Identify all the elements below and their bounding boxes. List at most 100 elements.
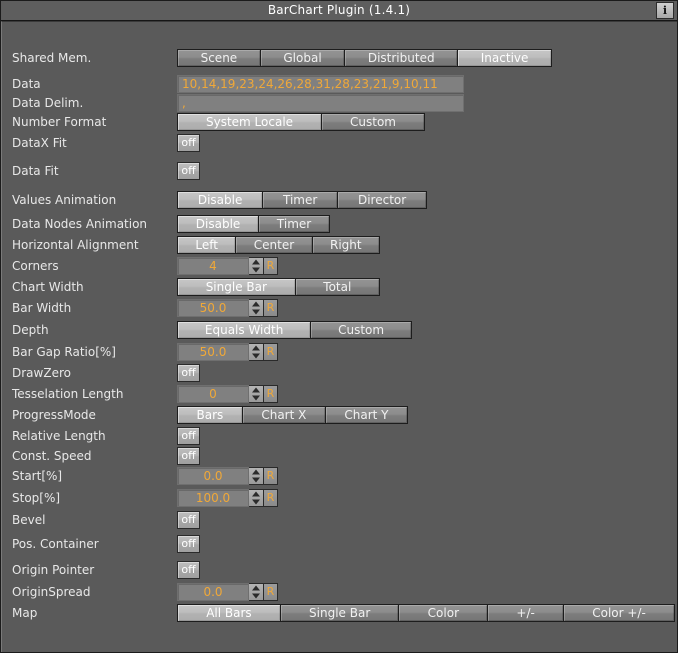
text-input-data_delim[interactable]: , xyxy=(177,94,464,112)
option-button[interactable]: Disable xyxy=(178,216,260,232)
reset-button[interactable]: R xyxy=(264,385,278,403)
property-label-bar_width: Bar Width xyxy=(12,301,72,315)
option-button[interactable]: Total xyxy=(295,279,380,295)
chevron-up-icon[interactable] xyxy=(249,490,263,498)
chevron-down-icon[interactable] xyxy=(249,592,263,600)
property-row: Pos. Container off xyxy=(2,534,677,554)
property-row: Number Format System Locale Custom xyxy=(2,112,677,132)
properties-panel: Shared Mem. Scene Global Distributed Inactiv… xyxy=(1,21,677,652)
option-button[interactable]: Timer xyxy=(263,192,339,208)
text-input-data[interactable]: 10,14,19,23,24,26,28,31,28,23,21,9,10,11 xyxy=(177,75,464,93)
reset-button[interactable]: R xyxy=(264,299,278,317)
option-button[interactable]: Disable xyxy=(178,192,264,208)
toggle-datax_fit[interactable]: off xyxy=(177,134,200,152)
spinner-arrows[interactable] xyxy=(249,299,264,317)
segmented-control-values_animation: Disable Timer Director xyxy=(177,191,427,209)
option-button[interactable]: Director xyxy=(338,192,427,208)
spinner-value[interactable]: 50.0 xyxy=(177,343,249,361)
option-button[interactable]: Right xyxy=(312,237,380,253)
option-button[interactable]: Custom xyxy=(322,114,424,130)
segmented-control-map: All Bars Single Bar Color +/- Color +/- xyxy=(177,604,675,622)
option-button[interactable]: Equals Width xyxy=(178,322,312,338)
spinner-value[interactable]: 0.0 xyxy=(177,583,249,601)
option-button[interactable]: System Locale xyxy=(178,114,323,130)
property-control-depth: Equals Width Custom xyxy=(177,321,412,339)
option-button[interactable]: Bars xyxy=(178,407,243,423)
chevron-up-icon[interactable] xyxy=(249,584,263,592)
toggle-pos_container[interactable]: off xyxy=(177,535,200,553)
toggle-const_speed[interactable]: off xyxy=(177,447,200,465)
toggle-origin_pointer[interactable]: off xyxy=(177,561,200,579)
property-label-horizontal_align: Horizontal Alignment xyxy=(12,238,139,252)
spinner-value[interactable]: 0 xyxy=(177,385,249,403)
spinner-value[interactable]: 50.0 xyxy=(177,299,249,317)
chevron-up-icon[interactable] xyxy=(249,258,263,266)
option-button[interactable]: Chart X xyxy=(242,407,326,423)
property-row: Bevel off xyxy=(2,510,677,530)
property-row: Bar Gap Ratio[%] 50.0 R xyxy=(2,342,677,362)
option-button[interactable]: Scene xyxy=(178,50,261,66)
spinner-arrows[interactable] xyxy=(249,467,264,485)
chevron-up-icon[interactable] xyxy=(249,344,263,352)
option-button[interactable]: Chart Y xyxy=(325,407,408,423)
segmented-control-number_format: System Locale Custom xyxy=(177,113,425,131)
chevron-down-icon[interactable] xyxy=(249,394,263,402)
property-label-progress_mode: ProgressMode xyxy=(12,408,96,422)
property-control-shared_mem: Scene Global Distributed Inactive xyxy=(177,49,552,67)
property-label-values_animation: Values Animation xyxy=(12,193,117,207)
property-label-depth: Depth xyxy=(12,323,49,337)
option-button[interactable]: All Bars xyxy=(178,605,281,621)
spinner-corners: 4R xyxy=(177,257,278,275)
spinner-value[interactable]: 4 xyxy=(177,257,249,275)
chevron-up-icon[interactable] xyxy=(249,300,263,308)
property-control-start_pct: 0.0 R xyxy=(177,467,278,485)
option-button[interactable]: Custom xyxy=(311,322,411,338)
chevron-up-icon[interactable] xyxy=(249,468,263,476)
option-button[interactable]: Color +/- xyxy=(564,605,675,621)
spinner-value[interactable]: 0.0 xyxy=(177,467,249,485)
spinner-origin_spread: 0.0 R xyxy=(177,583,278,601)
toggle-bevel[interactable]: off xyxy=(177,511,200,529)
property-control-data_fit: off xyxy=(177,162,200,180)
spinner-arrows[interactable] xyxy=(249,489,264,507)
reset-button[interactable]: R xyxy=(264,489,278,507)
spinner-arrows[interactable] xyxy=(249,257,264,275)
chevron-down-icon[interactable] xyxy=(249,476,263,484)
option-button[interactable]: Timer xyxy=(259,216,330,232)
property-control-stop_pct: 100.0 R xyxy=(177,489,278,507)
option-button[interactable]: Single Bar xyxy=(178,279,296,295)
spinner-arrows[interactable] xyxy=(249,385,264,403)
reset-button[interactable]: R xyxy=(264,257,278,275)
option-button[interactable]: Color xyxy=(399,605,489,621)
toggle-relative_length[interactable]: off xyxy=(177,427,200,445)
property-row: Data Nodes Animation Disable Timer xyxy=(2,214,677,234)
spinner-value[interactable]: 100.0 xyxy=(177,489,249,507)
option-button[interactable]: +/- xyxy=(488,605,565,621)
option-button[interactable]: Distributed xyxy=(345,50,459,66)
toggle-data_fit[interactable]: off xyxy=(177,162,200,180)
property-label-start_pct: Start[%] xyxy=(12,469,63,483)
spinner-arrows[interactable] xyxy=(249,583,264,601)
toggle-draw_zero[interactable]: off xyxy=(177,364,200,382)
reset-button[interactable]: R xyxy=(264,467,278,485)
reset-button[interactable]: R xyxy=(264,583,278,601)
info-icon[interactable]: i xyxy=(656,2,674,19)
segmented-control-shared_mem: Scene Global Distributed Inactive xyxy=(177,49,552,67)
property-label-corners: Corners xyxy=(12,259,59,273)
option-button[interactable]: Center xyxy=(236,237,313,253)
property-row: Shared Mem. Scene Global Distributed Inactiv… xyxy=(2,48,677,68)
chevron-up-icon[interactable] xyxy=(249,386,263,394)
reset-button[interactable]: R xyxy=(264,343,278,361)
property-row: DrawZero off xyxy=(2,363,677,383)
chevron-down-icon[interactable] xyxy=(249,352,263,360)
chevron-down-icon[interactable] xyxy=(249,498,263,506)
option-button[interactable]: Left xyxy=(178,237,237,253)
property-row: Start[%] 0.0 R xyxy=(2,466,677,486)
spinner-arrows[interactable] xyxy=(249,343,264,361)
chevron-down-icon[interactable] xyxy=(249,266,263,274)
option-button[interactable]: Global xyxy=(260,50,346,66)
property-label-bar_gap_ratio: Bar Gap Ratio[%] xyxy=(12,345,116,359)
option-button[interactable]: Single Bar xyxy=(280,605,400,621)
option-button[interactable]: Inactive xyxy=(458,50,551,66)
chevron-down-icon[interactable] xyxy=(249,308,263,316)
